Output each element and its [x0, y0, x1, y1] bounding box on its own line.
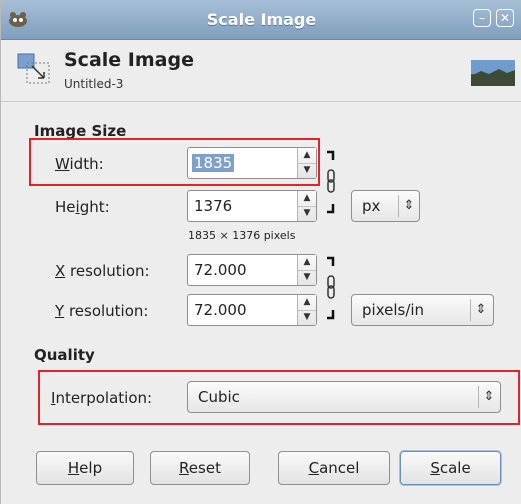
dialog-header: Scale Image Untitled-3 [1, 40, 521, 102]
width-increment-icon[interactable]: ▲ [298, 148, 316, 164]
width-spin-arrows[interactable]: ▲ ▼ [297, 148, 316, 178]
interpolation-value: Cubic [198, 388, 240, 406]
header-title: Scale Image [64, 49, 194, 71]
scale-button[interactable]: Scale [400, 451, 501, 485]
height-increment-icon[interactable]: ▲ [298, 191, 316, 207]
y-resolution-value[interactable]: 72.000 [194, 301, 247, 319]
x-resolution-spinbox[interactable]: 72.000 ▲ ▼ [187, 254, 317, 286]
x-resolution-spin-arrows[interactable]: ▲ ▼ [297, 255, 316, 285]
reset-button[interactable]: Reset [150, 451, 250, 485]
y-resolution-spinbox[interactable]: 72.000 ▲ ▼ [187, 294, 317, 326]
resolution-unit-dropdown[interactable]: pixels/in ⇕ [351, 294, 494, 326]
updown-arrow-icon: ⇕ [470, 299, 491, 321]
window-title: Scale Image [206, 10, 317, 29]
height-value[interactable]: 1376 [194, 197, 232, 215]
x-resolution-increment-icon[interactable]: ▲ [298, 255, 316, 271]
resolution-unit-value: pixels/in [362, 301, 425, 319]
minimize-icon[interactable]: – [473, 9, 491, 27]
width-spinbox[interactable]: 1835 ▲ ▼ [187, 147, 317, 179]
help-button[interactable]: Help [36, 451, 134, 485]
scale-image-icon [17, 53, 50, 84]
pixel-dimensions-note: 1835 × 1376 pixels [188, 229, 296, 242]
height-spin-arrows[interactable]: ▲ ▼ [297, 191, 316, 221]
y-resolution-label: Y resolution: [55, 302, 149, 320]
height-label: Height: [55, 198, 110, 216]
x-resolution-decrement-icon[interactable]: ▼ [298, 270, 316, 285]
title-bar[interactable]: Scale Image – ✕ [1, 0, 521, 40]
y-resolution-decrement-icon[interactable]: ▼ [298, 310, 316, 325]
scale-image-dialog: Scale Image – ✕ Scale Image Untitled-3 I… [0, 0, 521, 504]
height-spinbox[interactable]: 1376 ▲ ▼ [187, 190, 317, 222]
image-thumbnail [471, 60, 515, 86]
size-unit-dropdown[interactable]: px ⇕ [351, 190, 420, 222]
size-chain-link-icon[interactable] [323, 150, 339, 216]
image-name: Untitled-3 [64, 77, 124, 91]
height-decrement-icon[interactable]: ▼ [298, 206, 316, 221]
x-resolution-label: X resolution: [55, 262, 150, 280]
interpolation-dropdown[interactable]: Cubic ⇕ [187, 381, 501, 413]
x-resolution-value[interactable]: 72.000 [194, 261, 247, 279]
updown-arrow-icon: ⇕ [398, 195, 419, 217]
resolution-chain-link-icon[interactable] [323, 256, 339, 322]
size-unit-value: px [362, 197, 381, 215]
y-resolution-spin-arrows[interactable]: ▲ ▼ [297, 295, 316, 325]
y-resolution-increment-icon[interactable]: ▲ [298, 295, 316, 311]
close-icon[interactable]: ✕ [496, 9, 514, 27]
cancel-button[interactable]: Cancel [278, 451, 390, 485]
updown-arrow-icon: ⇕ [478, 386, 499, 408]
width-decrement-icon[interactable]: ▼ [298, 163, 316, 178]
width-label: Width: [55, 155, 104, 173]
width-value[interactable]: 1835 [192, 154, 235, 172]
interpolation-label: Interpolation: [51, 389, 153, 407]
quality-label: Quality [34, 346, 95, 364]
